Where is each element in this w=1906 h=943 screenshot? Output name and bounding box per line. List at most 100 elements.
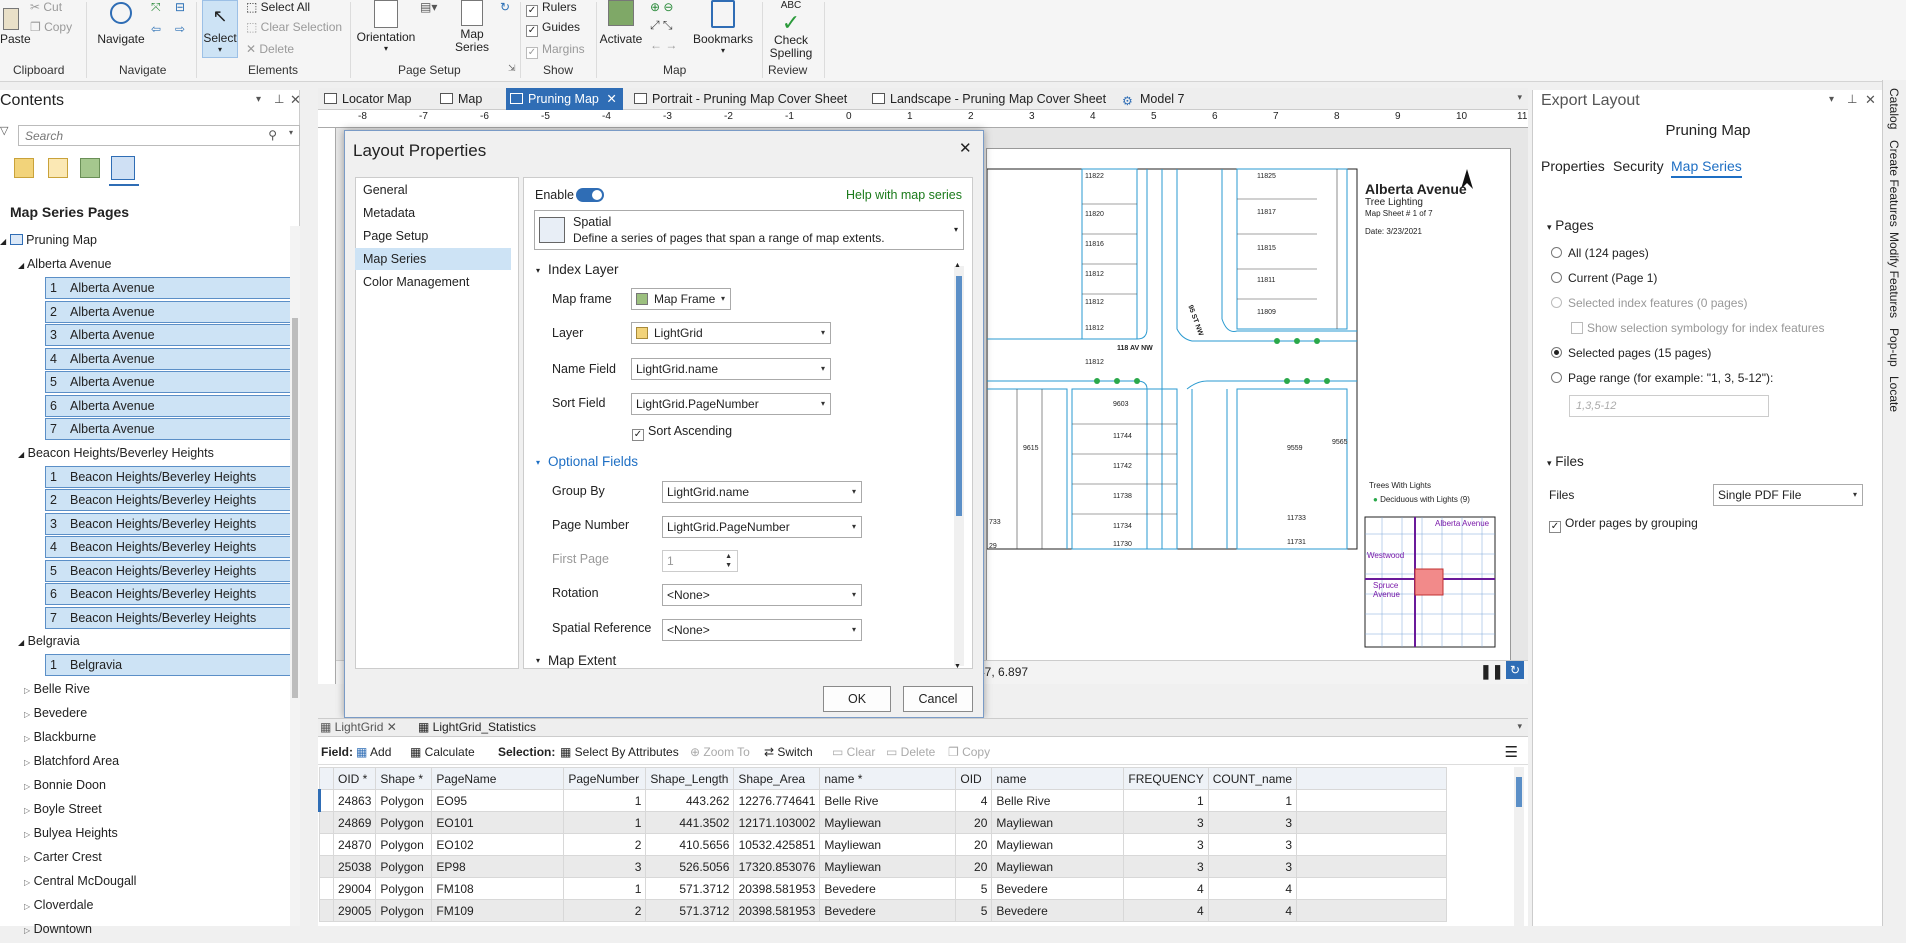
table-cell[interactable]: EO101 [431, 811, 565, 834]
table-cell[interactable]: 29005 [332, 899, 377, 922]
rulers-checkbox[interactable]: ✓ Rulers [526, 0, 577, 17]
table-cell[interactable]: 17320.853076 [733, 855, 821, 878]
fixed-zoom-icon[interactable]: ⊟ [175, 0, 185, 14]
full-extent-icon[interactable]: ⤢ ⤡ [650, 18, 673, 33]
map-series-page-item[interactable]: 1 Belgravia [45, 654, 293, 676]
tree-group-collapsed[interactable]: ▷ Bonnie Doon [24, 773, 106, 797]
side-tab-popup[interactable]: Pop-up [1887, 328, 1901, 367]
tab-portrait-cover[interactable]: Portrait - Pruning Map Cover Sheet [630, 88, 847, 110]
orientation-button[interactable]: Orientation ▾ [354, 0, 418, 53]
margins-checkbox[interactable]: ✓ Margins [526, 42, 585, 59]
map-series-page-item[interactable]: 6 Alberta Avenue [45, 394, 293, 417]
table-cell[interactable]: 20 [955, 855, 993, 878]
collapse-arrow-icon[interactable]: ▾ [536, 656, 540, 665]
tree-group[interactable]: ◢ Belgravia [18, 629, 80, 653]
pin-icon[interactable]: ⊥ [1847, 92, 1857, 106]
column-header[interactable]: Shape_Area [733, 767, 821, 790]
guides-checkbox[interactable]: ✓ Guides [526, 20, 580, 37]
refresh-icon[interactable]: ↻ [1506, 661, 1524, 679]
table-cell[interactable]: 3 [563, 855, 647, 878]
layer-dropdown[interactable]: LightGrid ▾ [631, 322, 831, 344]
tree-group-collapsed[interactable]: ▷ Downtown [24, 917, 92, 941]
table-cell[interactable]: 3 [1207, 811, 1298, 834]
activate-button[interactable]: Activate [598, 0, 644, 46]
enable-toggle[interactable] [576, 188, 604, 202]
table-cell[interactable]: Polygon [375, 877, 433, 900]
close-tab-icon[interactable]: ✕ [387, 720, 397, 734]
map-series-page-item[interactable]: 2 Alberta Avenue [45, 300, 293, 323]
add-field-button[interactable]: ▦ Add [356, 745, 391, 759]
table-cell[interactable]: EO95 [431, 789, 565, 812]
table-cell[interactable]: 4 [955, 789, 993, 812]
table-cell[interactable]: Polygon [375, 833, 433, 856]
table-cell[interactable]: Mayliewan [991, 855, 1125, 878]
tab-pruning-map[interactable]: Pruning Map ✕ [506, 88, 623, 110]
filter-icon[interactable]: ▽ [0, 124, 8, 137]
list-by-drawing-order-icon[interactable] [14, 158, 34, 178]
table-cell[interactable]: 5 [955, 899, 993, 922]
table-cell[interactable]: Bevedere [991, 899, 1125, 922]
map-frame-dropdown[interactable]: Map Frame ▾ [631, 288, 731, 310]
table-cell[interactable]: 3 [1123, 811, 1209, 834]
scrollbar-thumb[interactable] [956, 276, 962, 516]
column-header[interactable]: PageName [431, 767, 565, 790]
row-header[interactable] [319, 855, 334, 878]
first-page-stepper[interactable]: 1 ▲ ▼ [662, 550, 738, 572]
nav-map-series[interactable]: Map Series [355, 248, 511, 270]
map-series-page-item[interactable]: 7 Beacon Heights/Beverley Heights [45, 606, 293, 629]
show-selection-symbology-checkbox[interactable]: Show selection symbology for index featu… [1571, 321, 1824, 335]
paste-button[interactable]: Paste [0, 8, 31, 46]
table-row[interactable]: 24869 Polygon EO101 1 441.3502 12171.103002 Ma… [319, 811, 1448, 834]
column-header[interactable]: name * [819, 767, 957, 790]
row-header[interactable] [319, 899, 334, 922]
clear-selection-button[interactable]: ⬚ Clear Selection [246, 20, 342, 34]
tab-map[interactable]: Map [436, 88, 482, 110]
table-scrollbar[interactable] [1514, 767, 1524, 927]
table-cell[interactable]: 526.5056 [645, 855, 735, 878]
table-cell[interactable]: Mayliewan [819, 855, 957, 878]
table-cell[interactable]: 571.3712 [645, 877, 735, 900]
table-cell[interactable]: 20398.581953 [733, 899, 821, 922]
table-cell[interactable]: 443.262 [645, 789, 735, 812]
tree-group-collapsed[interactable]: ▷ Belle Rive [24, 677, 90, 701]
cancel-button[interactable]: Cancel [903, 686, 973, 712]
tree-group[interactable]: ◢ Beacon Heights/Beverley Heights [18, 441, 214, 465]
pages-section[interactable]: ▾ Pages [1547, 218, 1594, 233]
map-series-page-item[interactable]: 1 Beacon Heights/Beverley Heights [45, 465, 293, 488]
radio-page-range[interactable]: Page range (for example: "1, 3, 5-12"): [1551, 371, 1773, 385]
table-cell[interactable]: 10532.425851 [733, 833, 821, 856]
navigate-button[interactable]: Navigate [96, 2, 146, 46]
name-field-dropdown[interactable]: LightGrid.name ▾ [631, 358, 831, 380]
table-cell[interactable]: Bevedere [991, 877, 1125, 900]
optional-fields-heading[interactable]: Optional Fields [548, 454, 638, 469]
close-icon[interactable]: ✕ [1865, 92, 1876, 108]
order-pages-checkbox[interactable]: ✓ Order pages by grouping [1549, 516, 1698, 533]
tab-lightgrid[interactable]: ▦ LightGrid ✕ [320, 720, 397, 734]
table-cell[interactable]: 4 [1207, 899, 1298, 922]
tree-group-collapsed[interactable]: ▷ Cloverdale [24, 893, 93, 917]
collapse-arrow-icon[interactable]: ▾ [536, 266, 540, 275]
layout-page[interactable]: 11822 11820 11816 11812 11812 11812 1181… [986, 148, 1511, 666]
nav-metadata[interactable]: Metadata [355, 202, 511, 224]
map-series-page-item[interactable]: 5 Alberta Avenue [45, 371, 293, 393]
pane-menu-icon[interactable]: ▾ [256, 94, 261, 105]
map-series-page-item[interactable]: 6 Beacon Heights/Beverley Heights [45, 583, 293, 605]
row-header[interactable] [318, 789, 334, 812]
page-refresh-icon[interactable]: ↻ [500, 0, 510, 14]
column-header[interactable]: Shape_Length [645, 767, 735, 790]
table-cell[interactable]: 3 [1123, 855, 1209, 878]
delete-rows-button[interactable]: ▭ Delete [886, 745, 935, 759]
radio-selected-index[interactable]: Selected index features (0 pages) [1551, 296, 1747, 310]
tree-group-collapsed[interactable]: ▷ Central McDougall [24, 869, 136, 893]
panel-scrollbar[interactable]: ▲ ▼ [954, 262, 964, 670]
tree-group-collapsed[interactable]: ▷ Bevedere [24, 701, 87, 725]
table-cell[interactable]: FM109 [431, 899, 565, 922]
map-series-page-item[interactable]: 2 Beacon Heights/Beverley Heights [45, 489, 293, 511]
dialog-launcher-icon[interactable]: ⇲ [508, 63, 516, 74]
map-series-page-item[interactable]: 4 Beacon Heights/Beverley Heights [45, 536, 293, 558]
map-series-page-item[interactable]: 3 Beacon Heights/Beverley Heights [45, 512, 293, 535]
zoom-in-icon[interactable]: ⊕ ⊖ [650, 0, 673, 14]
table-cell[interactable]: 20 [955, 811, 993, 834]
table-cell[interactable]: Polygon [375, 789, 433, 812]
copy-button[interactable]: ❐ Copy [30, 20, 72, 34]
